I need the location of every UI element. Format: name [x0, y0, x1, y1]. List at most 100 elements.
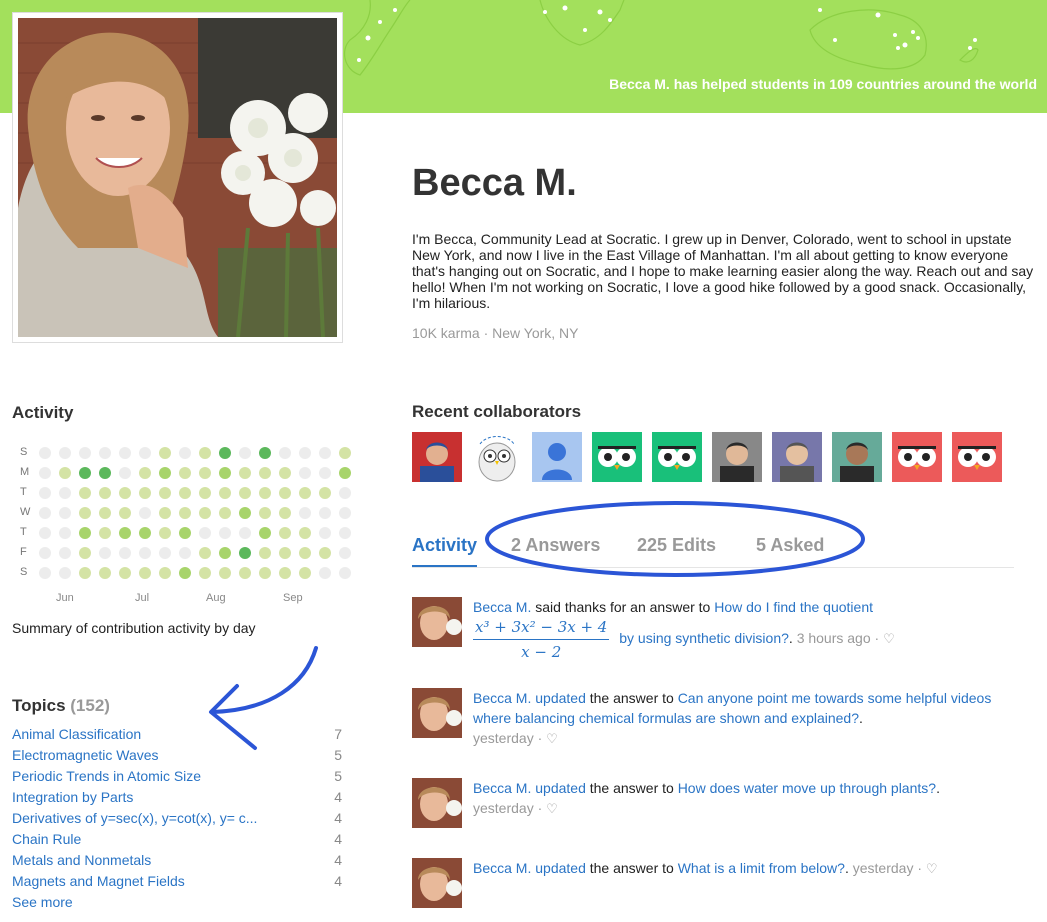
heatmap-cell[interactable] — [259, 547, 271, 559]
heatmap-cell[interactable] — [39, 467, 51, 479]
heatmap-cell[interactable] — [299, 447, 311, 459]
topic-row[interactable]: Periodic Trends in Atomic Size 5 — [12, 768, 344, 789]
topic-name-link[interactable]: Magnets and Magnet Fields — [12, 873, 287, 889]
heatmap-cell[interactable] — [299, 467, 311, 479]
heatmap-cell[interactable] — [199, 567, 211, 579]
heatmap-cell[interactable] — [99, 507, 111, 519]
feed-verb-link[interactable]: updated — [535, 780, 586, 796]
collaborator-avatar[interactable] — [592, 432, 642, 482]
heatmap-cell[interactable] — [339, 447, 351, 459]
feed-question-link[interactable]: How does water move up through plants? — [678, 780, 936, 796]
heatmap-cell[interactable] — [39, 527, 51, 539]
heatmap-cell[interactable] — [319, 487, 331, 499]
heatmap-cell[interactable] — [59, 507, 71, 519]
math-expression[interactable]: x³ + 3x² − 3x + 4 x − 2 — [473, 617, 610, 662]
heatmap-cell[interactable] — [239, 507, 251, 519]
heatmap-cell[interactable] — [139, 447, 151, 459]
heatmap-cell[interactable] — [279, 567, 291, 579]
feed-user-link[interactable]: Becca M. — [473, 690, 531, 706]
feed-avatar[interactable] — [412, 778, 462, 828]
heatmap-cell[interactable] — [159, 487, 171, 499]
heatmap-cell[interactable] — [259, 447, 271, 459]
heatmap-cell[interactable] — [139, 487, 151, 499]
heatmap-cell[interactable] — [179, 567, 191, 579]
heatmap-cell[interactable] — [79, 567, 91, 579]
feed-avatar[interactable] — [412, 597, 462, 647]
collaborator-avatar[interactable] — [892, 432, 942, 482]
heatmap-cell[interactable] — [259, 567, 271, 579]
collaborator-avatar[interactable] — [772, 432, 822, 482]
heatmap-cell[interactable] — [179, 547, 191, 559]
heatmap-cell[interactable] — [199, 467, 211, 479]
heatmap-cell[interactable] — [319, 567, 331, 579]
feed-user-link[interactable]: Becca M. — [473, 780, 531, 796]
feed-question-link[interactable]: What is a limit from below? — [678, 860, 845, 876]
feed-verb-link[interactable]: updated — [535, 860, 586, 876]
heatmap-cell[interactable] — [119, 447, 131, 459]
feed-question-link[interactable]: How do I find the quotient — [714, 599, 873, 615]
heatmap-cell[interactable] — [159, 507, 171, 519]
heatmap-cell[interactable] — [39, 507, 51, 519]
heatmap-cell[interactable] — [39, 487, 51, 499]
topic-name-link[interactable]: Derivatives of y=sec(x), y=cot(x), y= c.… — [12, 810, 287, 826]
heatmap-cell[interactable] — [199, 547, 211, 559]
heatmap-cell[interactable] — [139, 507, 151, 519]
heart-icon[interactable]: ♡ — [883, 631, 895, 646]
heatmap-cell[interactable] — [119, 467, 131, 479]
heatmap-cell[interactable] — [319, 447, 331, 459]
heatmap-cell[interactable] — [179, 467, 191, 479]
feed-question-link-tail[interactable]: by using synthetic division? — [619, 630, 789, 646]
topic-name-link[interactable]: Animal Classification — [12, 726, 287, 742]
collaborator-avatar[interactable] — [952, 432, 1002, 482]
heatmap-cell[interactable] — [239, 447, 251, 459]
collaborator-avatar[interactable] — [472, 432, 522, 482]
feed-avatar[interactable] — [412, 858, 462, 908]
heatmap-cell[interactable] — [79, 487, 91, 499]
heatmap-cell[interactable] — [219, 547, 231, 559]
heatmap-cell[interactable] — [199, 447, 211, 459]
heatmap-cell[interactable] — [299, 527, 311, 539]
heatmap-cell[interactable] — [59, 527, 71, 539]
heatmap-cell[interactable] — [59, 487, 71, 499]
heatmap-cell[interactable] — [59, 547, 71, 559]
heart-icon[interactable]: ♡ — [546, 801, 558, 816]
heatmap-cell[interactable] — [119, 567, 131, 579]
heatmap-cell[interactable] — [219, 447, 231, 459]
heatmap-cell[interactable] — [259, 487, 271, 499]
heatmap-cell[interactable] — [259, 527, 271, 539]
heatmap-cell[interactable] — [159, 467, 171, 479]
topic-row[interactable]: Electromagnetic Waves 5 — [12, 747, 344, 768]
heatmap-cell[interactable] — [339, 467, 351, 479]
topic-row[interactable]: Chain Rule 4 — [12, 831, 344, 852]
heatmap-cell[interactable] — [99, 487, 111, 499]
heatmap-cell[interactable] — [179, 527, 191, 539]
heatmap-cell[interactable] — [99, 567, 111, 579]
heart-icon[interactable]: ♡ — [546, 731, 558, 746]
heatmap-cell[interactable] — [199, 507, 211, 519]
heatmap-cell[interactable] — [119, 527, 131, 539]
collaborator-avatar[interactable] — [532, 432, 582, 482]
heatmap-cell[interactable] — [59, 467, 71, 479]
topic-row[interactable]: Metals and Nonmetals 4 — [12, 852, 344, 873]
heatmap-cell[interactable] — [319, 467, 331, 479]
heatmap-cell[interactable] — [199, 527, 211, 539]
heatmap-cell[interactable] — [239, 547, 251, 559]
heatmap-cell[interactable] — [299, 547, 311, 559]
heatmap-cell[interactable] — [299, 507, 311, 519]
heatmap-cell[interactable] — [239, 567, 251, 579]
heatmap-cell[interactable] — [119, 507, 131, 519]
topic-row[interactable]: Magnets and Magnet Fields 4 — [12, 873, 344, 894]
topic-name-link[interactable]: Integration by Parts — [12, 789, 287, 805]
heatmap-cell[interactable] — [319, 547, 331, 559]
heatmap-cell[interactable] — [59, 567, 71, 579]
heatmap-cell[interactable] — [59, 447, 71, 459]
feed-user-link[interactable]: Becca M. — [473, 860, 531, 876]
see-more-link[interactable]: See more — [12, 894, 73, 910]
topic-name-link[interactable]: Periodic Trends in Atomic Size — [12, 768, 287, 784]
heatmap-cell[interactable] — [259, 507, 271, 519]
heatmap-cell[interactable] — [279, 467, 291, 479]
feed-verb-link[interactable]: updated — [535, 690, 586, 706]
heatmap-cell[interactable] — [279, 487, 291, 499]
topic-row[interactable]: Integration by Parts 4 — [12, 789, 344, 810]
heatmap-cell[interactable] — [79, 547, 91, 559]
